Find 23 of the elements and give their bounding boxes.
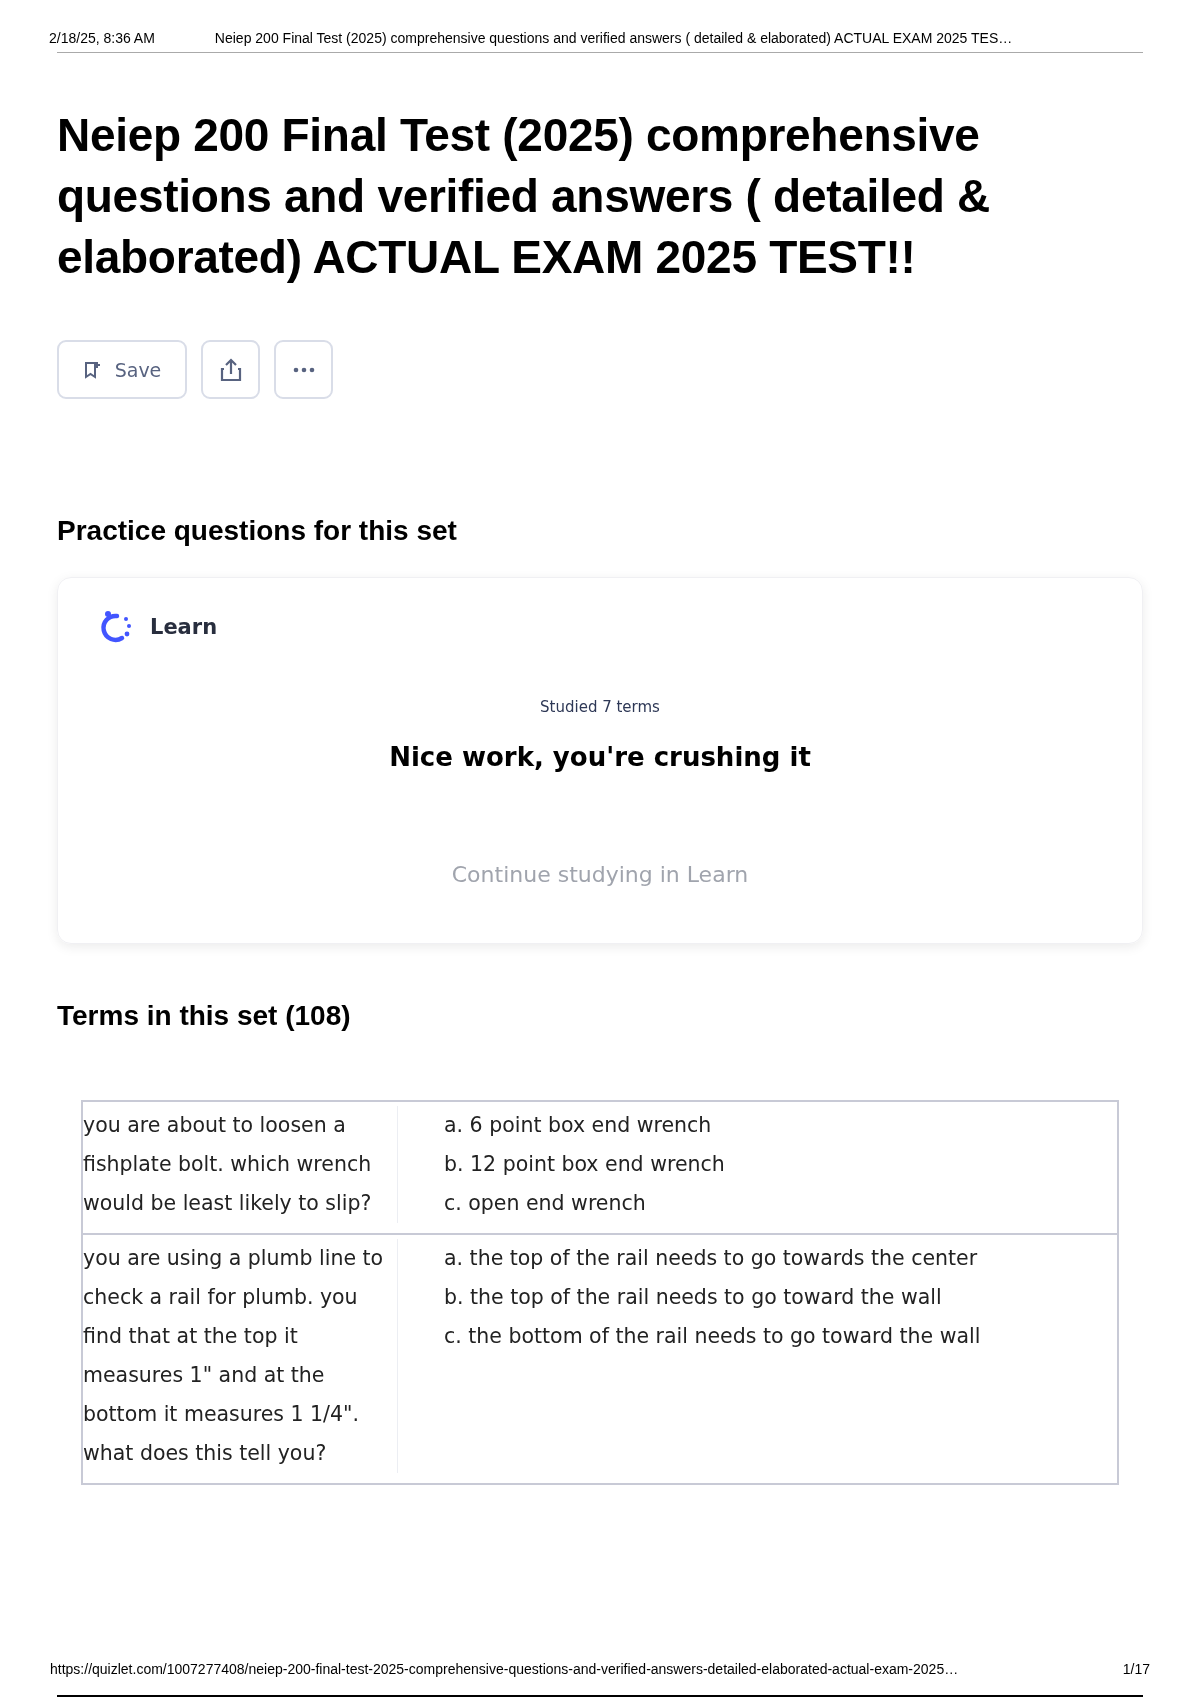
print-url: https://quizlet.com/1007277408/neiep-200-final-test-2025-comprehensive-questions-and-verified-answers-detailed-elaborated-actual-exam-2025… [50,1661,959,1677]
save-button[interactable]: Save [57,340,187,399]
section-heading: Practice questions for this set [57,515,458,547]
mode-label: Learn [150,615,218,639]
term-text: you are about to loosen a fishplate bolt. which wrench would be least likely to slip? [83,1106,398,1223]
set-title: Neiep 200 Final Test (2025) comprehensive questions and verified answers ( detailed & elaborated) ACTUAL EXAM 2025 TEST!! [57,108,991,285]
bookmark-icon [82,360,101,379]
progress-text: Studied 7 terms [540,698,660,716]
answer-option: b. the top of the rail needs to go toward the wall [444,1278,981,1317]
print-date: 2/18/25, 8:36 AM [49,30,155,46]
answer-option: a. 6 point box end wrench [444,1106,725,1145]
answer-option: c. the bottom of the rail needs to go toward the wall [444,1317,981,1356]
print-title: Neiep 200 Final Test (2025) comprehensive questions and verified answers ( detailed & elaborated) ACTUAL EXAM 2025 TES… [214,30,1013,46]
section-heading: Terms in this set (108) [57,1000,352,1032]
answer-option: b. 12 point box end wrench [444,1145,725,1184]
more-icon [292,366,315,373]
share-icon [218,357,243,382]
message-text: Nice work, you're crushing it [389,742,811,772]
share-button[interactable] [201,340,260,399]
page-number: 1/17 [1122,1661,1150,1677]
term-text: you are using a plumb line to check a rail for plumb. you find that at the top it measures 1" and at the bottom it measures 1 1/4". what does this tell you? [83,1239,398,1473]
answer-option: a. the top of the rail needs to go towards the center [444,1239,981,1278]
answer-option: c. open end wrench [444,1184,725,1223]
